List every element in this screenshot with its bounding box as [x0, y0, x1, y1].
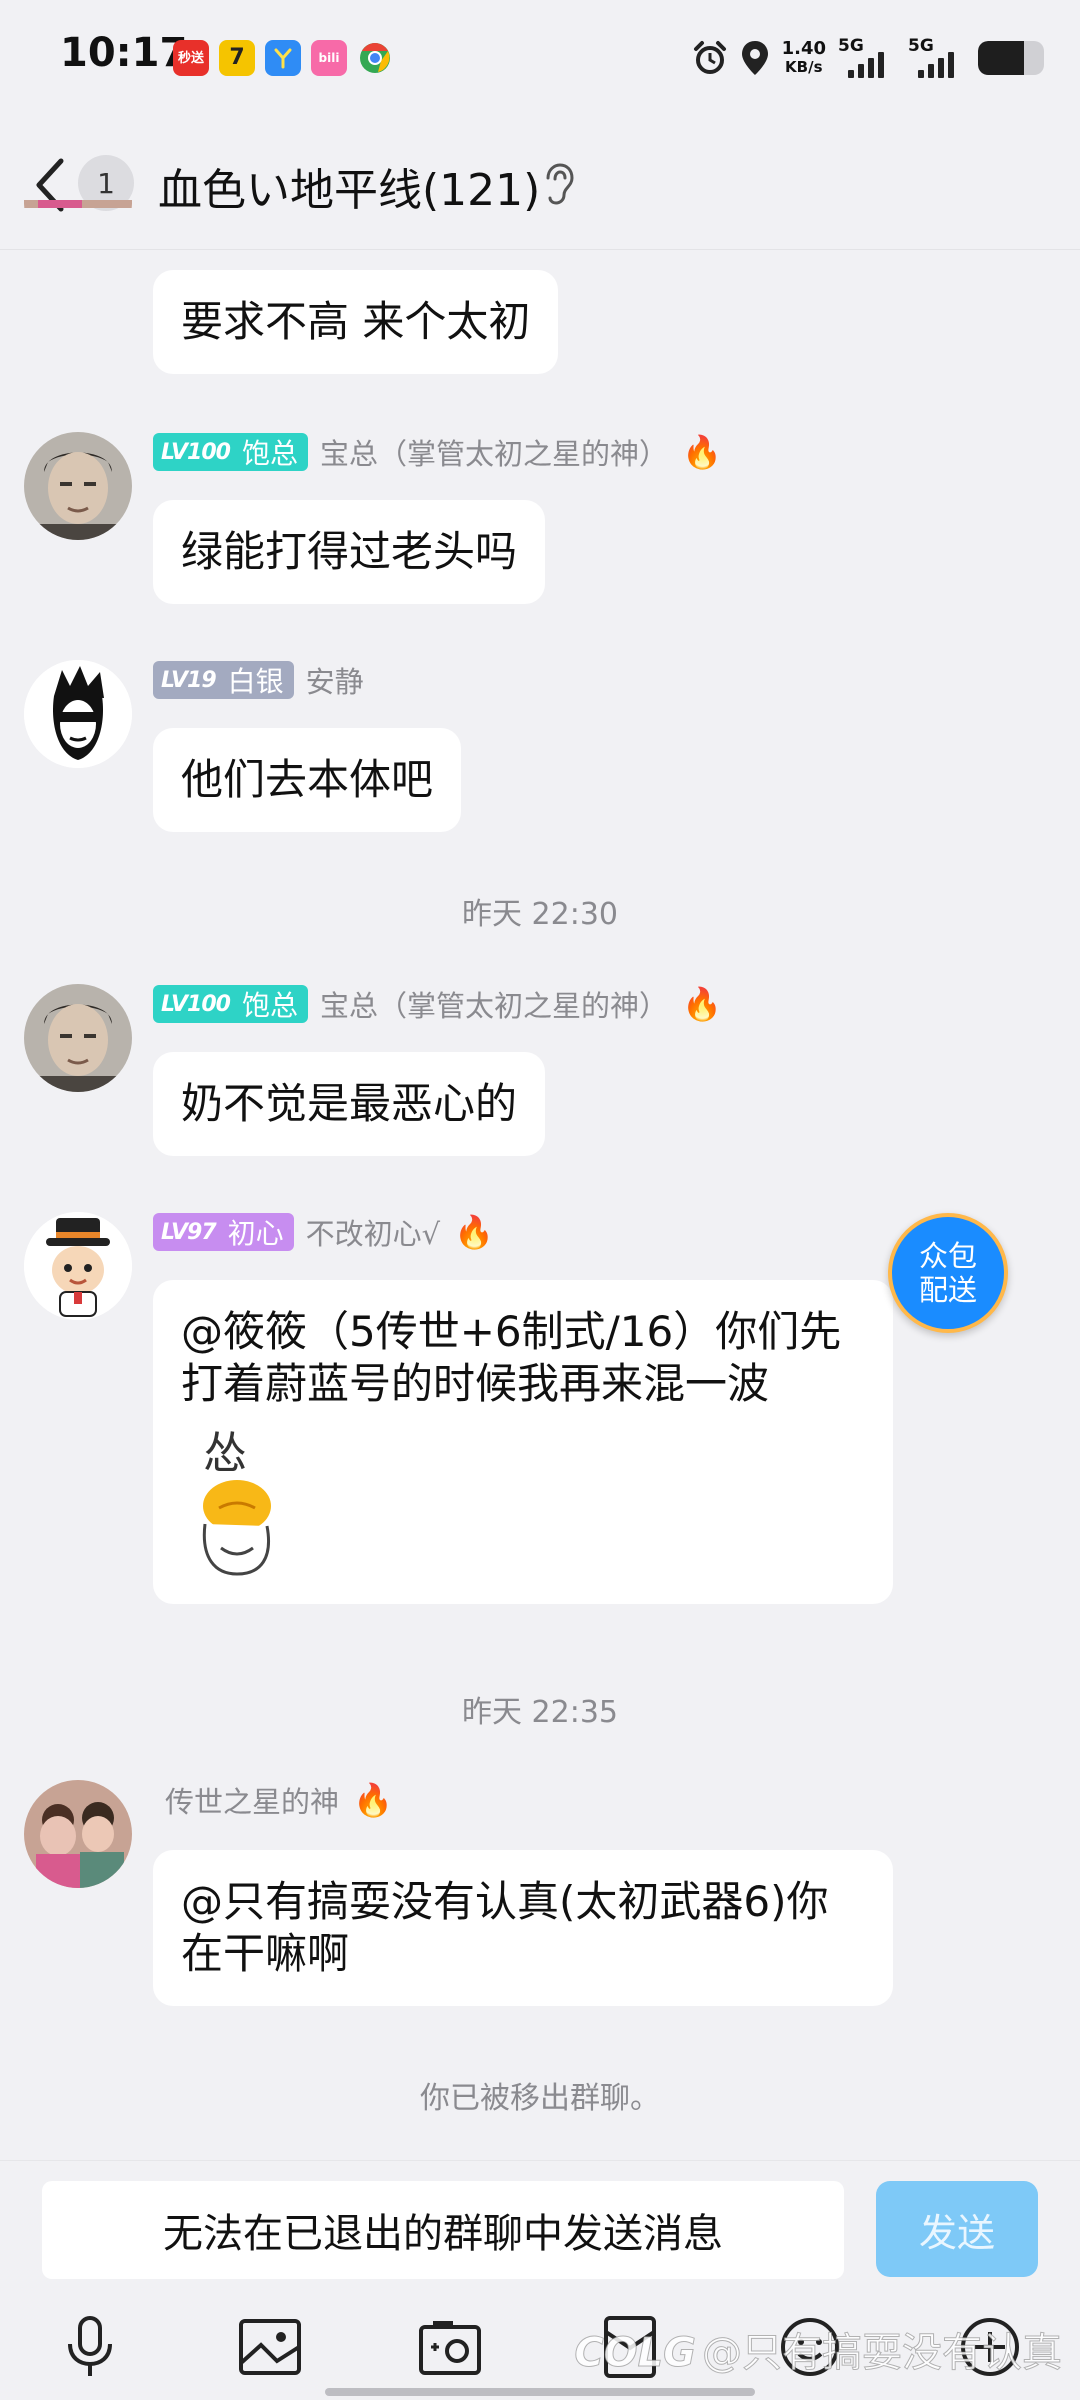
system-notice: 你已被移出群聊。 — [420, 2081, 660, 2116]
fire-icon: 🔥 — [353, 1781, 393, 1819]
blue-app-icon — [265, 40, 301, 76]
sticker-text: 怂 — [203, 1428, 247, 1479]
red-packet-button[interactable] — [594, 2311, 666, 2383]
notification-app-icons: 秒送 7 bili — [173, 40, 393, 76]
network-speed: 1.40 KB/s — [781, 38, 826, 77]
signal-bars-icon — [918, 52, 954, 78]
fire-icon: 🔥 — [681, 985, 722, 1023]
message-bubble[interactable]: @筱筱（5传世+6制式/16）你们先打着蔚蓝号的时候我再来混一波 怂 — [153, 1280, 893, 1604]
input-area: 无法在已退出的群聊中发送消息 发送 — [0, 2160, 1080, 2400]
status-bar: 10:17 秒送 7 bili 1.40 KB/s 5G 5G — [0, 0, 1080, 120]
sticker-image[interactable]: 怂 — [181, 1428, 301, 1578]
timestamp: 昨天 22:30 — [462, 897, 618, 932]
camera-icon — [419, 2321, 481, 2375]
chat-title[interactable]: 血色い地平线(121) — [158, 154, 540, 218]
level-title: 饱总 — [241, 437, 298, 470]
battery-icon — [978, 41, 1044, 75]
fire-icon: 🔥 — [681, 433, 722, 471]
level-text: LV19 — [161, 667, 217, 693]
avatar[interactable] — [24, 1212, 132, 1320]
network-speed-unit: KB/s — [785, 58, 823, 76]
message-text: @筱筱（5传世+6制式/16）你们先打着蔚蓝号的时候我再来混一波 — [181, 1307, 842, 1408]
more-button[interactable] — [954, 2311, 1026, 2383]
voice-button[interactable] — [54, 2311, 126, 2383]
avatar-image — [24, 1212, 132, 1320]
microphone-icon — [68, 2316, 112, 2376]
avatar-image — [24, 984, 132, 1092]
message-bubble[interactable]: 绿能打得过老头吗 — [153, 500, 546, 604]
message-bubble[interactable]: 他们去本体吧 — [153, 728, 462, 832]
message-bubble[interactable]: 要求不高 来个太初 — [153, 270, 559, 374]
ear-icon[interactable] — [540, 162, 576, 206]
message-bubble[interactable]: @只有搞耍没有认真(太初武器6)你在干嘛啊 — [153, 1850, 893, 2006]
alarm-icon — [693, 41, 726, 74]
sender-meta: LV100 饱总 宝总（掌管太初之星的神） 🔥 — [153, 432, 722, 472]
level-badge: LV100 饱总 — [153, 985, 308, 1023]
signal-sim1: 5G — [838, 36, 896, 80]
emoji-button[interactable] — [774, 2311, 846, 2383]
sender-name[interactable]: 宝总（掌管太初之星的神） — [320, 431, 668, 473]
input-toolbar — [0, 2311, 1080, 2391]
location-icon — [741, 41, 768, 75]
level-text: LV100 — [161, 991, 231, 1017]
avatar-image — [24, 432, 132, 540]
image-button[interactable] — [234, 2311, 306, 2383]
home-indicator — [325, 2388, 755, 2396]
delivery-line2: 配送 — [918, 1273, 977, 1307]
sender-name[interactable]: 安静 — [306, 659, 364, 701]
delivery-float-button[interactable]: 众包 配送 — [888, 1213, 1008, 1333]
level-text: LV97 — [161, 1219, 217, 1245]
image-icon — [239, 2319, 301, 2375]
avatar-image — [24, 660, 132, 768]
miaosong-app-icon: 秒送 — [173, 40, 209, 76]
avatar[interactable] — [24, 1780, 132, 1888]
sender-name[interactable]: 宝总（掌管太初之星的神） — [320, 983, 668, 1025]
sender-name[interactable]: 不改初心√ — [306, 1211, 440, 1253]
plus-circle-icon — [961, 2318, 1019, 2376]
level-title: 初心 — [227, 1217, 284, 1250]
sender-meta: LV19 白银 安静 — [153, 660, 364, 700]
level-text: LV100 — [161, 439, 231, 465]
signal-sim2: 5G — [908, 36, 966, 80]
chat-screen: 10:17 秒送 7 bili 1.40 KB/s 5G 5G 1 血色い地平线… — [0, 0, 1080, 2400]
status-right: 1.40 KB/s 5G 5G — [692, 34, 1044, 82]
level-badge: LV97 初心 — [153, 1213, 294, 1251]
level-title: 白银 — [227, 665, 284, 698]
delivery-line1: 众包 — [918, 1239, 977, 1273]
signal-bars-icon — [848, 52, 884, 78]
avatar-image — [24, 1780, 132, 1888]
bilibili-app-icon: bili — [311, 40, 347, 76]
avatar[interactable] — [24, 660, 132, 768]
avatar[interactable] — [24, 432, 132, 540]
sender-meta: LV97 初心 不改初心√ 🔥 — [153, 1212, 494, 1252]
sender-meta: 传世之星的神 🔥 — [165, 1780, 393, 1820]
chrome-app-icon — [357, 40, 393, 76]
chat-header: 1 血色い地平线(121) — [0, 120, 1080, 250]
message-input[interactable]: 无法在已退出的群聊中发送消息 — [42, 2181, 844, 2279]
camera-button[interactable] — [414, 2311, 486, 2383]
emoji-icon — [781, 2318, 839, 2376]
level-badge: LV19 白银 — [153, 661, 294, 699]
yellow-app-icon: 7 — [219, 40, 255, 76]
avatar[interactable] — [24, 984, 132, 1092]
send-button[interactable]: 发送 — [876, 2181, 1038, 2277]
sender-meta: LV100 饱总 宝总（掌管太初之星的神） 🔥 — [153, 984, 722, 1024]
network-speed-value: 1.40 — [781, 38, 826, 59]
red-packet-icon — [604, 2316, 656, 2378]
sender-name[interactable]: 传世之星的神 — [165, 1779, 339, 1821]
fire-icon: 🔥 — [454, 1213, 494, 1251]
timestamp: 昨天 22:35 — [462, 1695, 618, 1730]
message-bubble[interactable]: 奶不觉是最恶心的 — [153, 1052, 546, 1156]
battery-fill — [978, 41, 1025, 75]
level-badge: LV100 饱总 — [153, 433, 308, 471]
level-title: 饱总 — [241, 989, 298, 1022]
status-time: 10:17 — [60, 30, 188, 76]
